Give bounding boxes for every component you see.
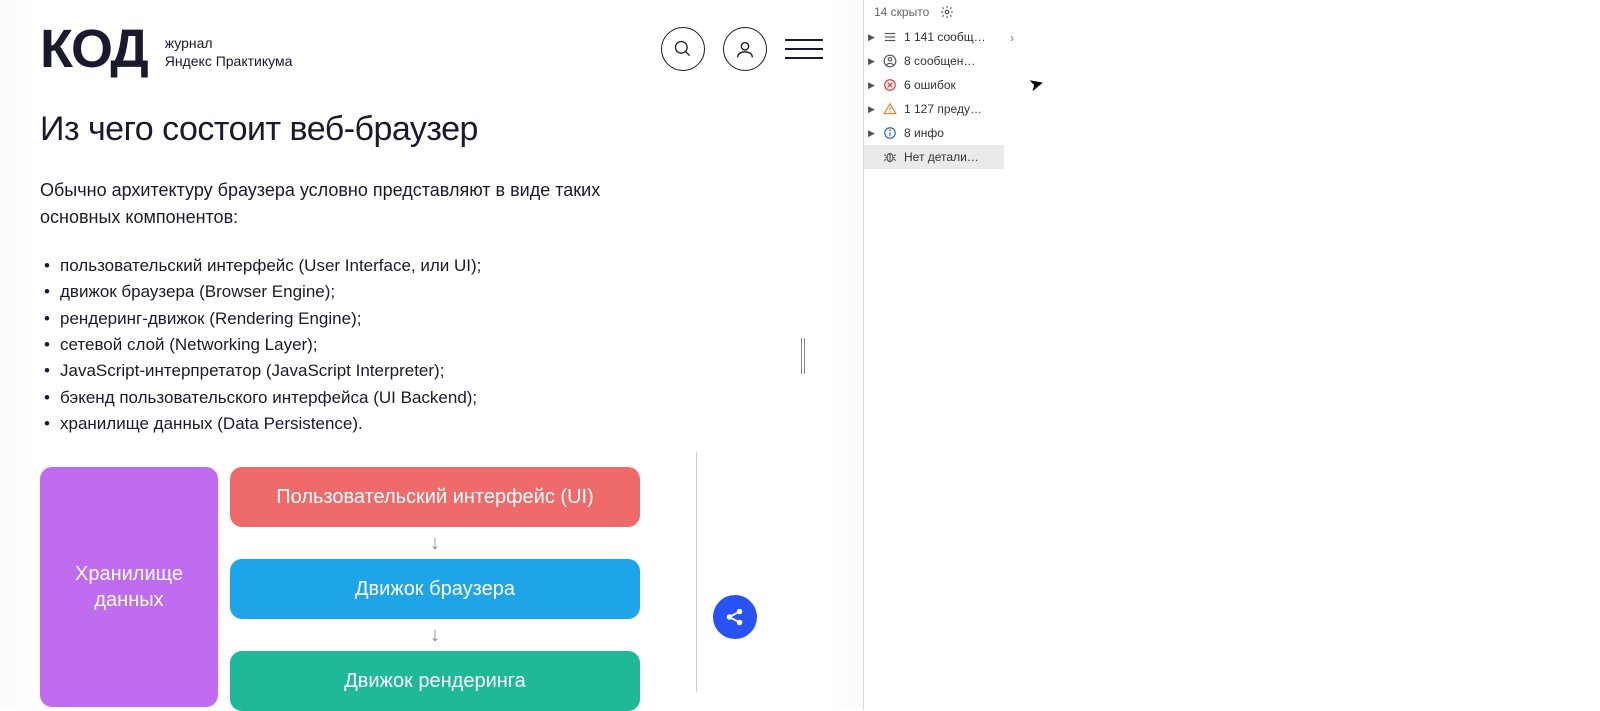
scroll-indicator[interactable] [801, 338, 805, 374]
logo[interactable]: КОД [40, 22, 147, 76]
search-button[interactable] [661, 27, 705, 71]
list-item: пользовательский интерфейс (User Interfa… [40, 253, 823, 279]
architecture-diagram: Хранилище данных ← Пользовательский инте… [40, 467, 823, 711]
diagram-ui-box: Пользовательский интерфейс (UI) [230, 467, 640, 527]
hamburger-icon [785, 39, 823, 41]
bug-icon [882, 149, 898, 165]
settings-button[interactable] [939, 4, 955, 20]
diagram-render-box: Движок рендеринга [230, 651, 640, 711]
diagram-storage-box: Хранилище данных [40, 467, 218, 707]
devtools-panel: 14 скрыто ▶ 1 141 сообщ… ▶ 8 сообщен… ▶ [863, 0, 1600, 709]
console-filter-info[interactable]: ▶ 8 инфо [864, 121, 1004, 145]
logo-subtitle: журнал Яндекс Практикума [165, 34, 293, 70]
intro-text: Обычно архитектуру браузера условно пред… [40, 177, 640, 231]
profile-button[interactable] [723, 27, 767, 71]
share-icon [724, 606, 746, 628]
console-filter-messages[interactable]: ▶ 1 141 сообщ… [864, 25, 1004, 49]
chevron-right-icon: ▶ [868, 104, 876, 115]
page-title: Из чего состоит веб-браузер [40, 110, 823, 149]
hidden-count: 14 скрыто [874, 5, 929, 19]
console-prompt[interactable]: › [1004, 25, 1020, 169]
warning-icon [882, 101, 898, 117]
chevron-right-icon: ▶ [868, 128, 876, 139]
list-item: рендеринг-движок (Rendering Engine); [40, 306, 823, 332]
chevron-right-icon: ▶ [868, 80, 876, 91]
chevron-right-icon: › [1010, 31, 1014, 45]
list-item: сетевой слой (Networking Layer); [40, 332, 823, 358]
arrow-down-icon: ↓ [430, 527, 440, 559]
vertical-divider [696, 452, 697, 692]
error-icon [882, 77, 898, 93]
devtools-toolbar: 14 скрыто [864, 0, 1600, 25]
user-circle-icon [882, 53, 898, 69]
arrow-down-icon: ↓ [430, 619, 440, 651]
diagram-engine-box: Движок браузера [230, 559, 640, 619]
list-icon [882, 29, 898, 45]
console-filter-verbose[interactable]: Нет детали… [864, 145, 1004, 169]
chevron-right-icon: ▶ [868, 32, 876, 43]
gear-icon [940, 5, 954, 19]
console-filter-warnings[interactable]: ▶ 1 127 преду… [864, 97, 1004, 121]
console-filter-user[interactable]: ▶ 8 сообщен… [864, 49, 1004, 73]
logo-text: КОД [40, 22, 147, 76]
info-icon [882, 125, 898, 141]
user-icon [734, 38, 756, 60]
search-icon [673, 39, 693, 59]
console-filter-errors[interactable]: ▶ 6 ошибок [864, 73, 1004, 97]
chevron-right-icon: ▶ [868, 56, 876, 67]
menu-button[interactable] [785, 35, 823, 63]
list-item: бэкенд пользовательского интерфейса (UI … [40, 385, 823, 411]
share-button[interactable] [713, 595, 757, 639]
console-sidebar: ▶ 1 141 сообщ… ▶ 8 сообщен… ▶ 6 ошибок [864, 25, 1004, 169]
list-item: хранилище данных (Data Persistence). [40, 411, 823, 437]
components-list: пользовательский интерфейс (User Interfa… [40, 253, 823, 437]
list-item: JavaScript-интерпретатор (JavaScript Int… [40, 358, 823, 384]
list-item: движок браузера (Browser Engine); [40, 279, 823, 305]
site-header: КОД журнал Яндекс Практикума [40, 22, 823, 76]
